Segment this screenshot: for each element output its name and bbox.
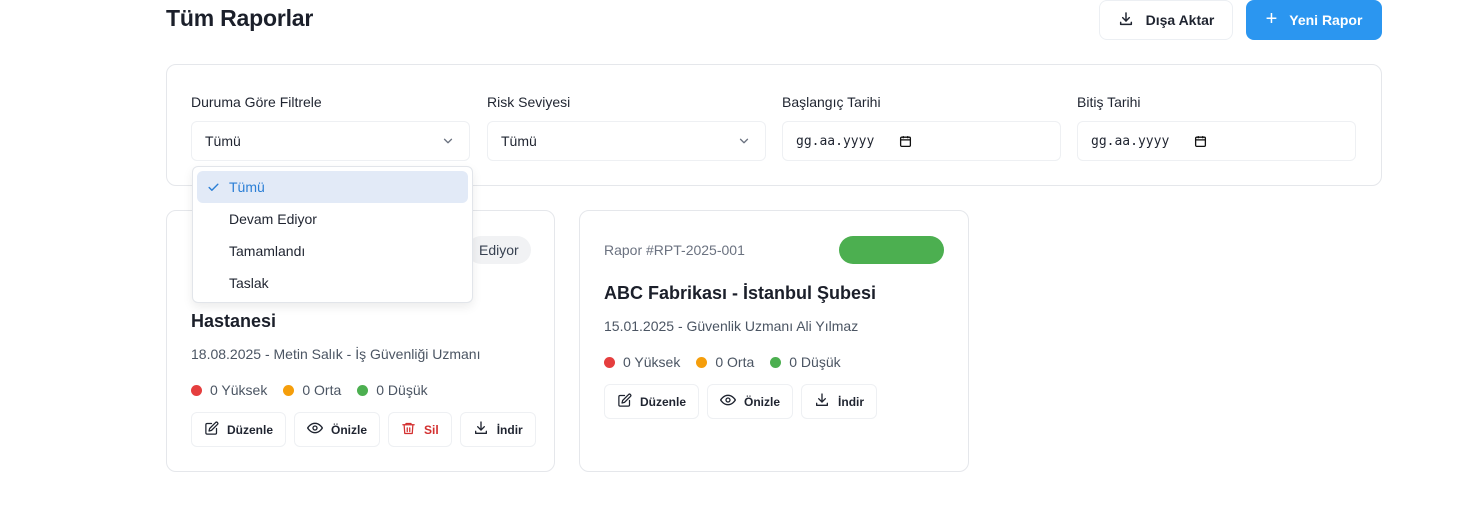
delete-button-label: Sil (424, 422, 439, 437)
low-risk-dot-icon (357, 384, 369, 396)
end-date-value: gg.aa.yyyy (1091, 133, 1170, 149)
report-title: ABC Fabrikası - İstanbul Şubesi (604, 283, 877, 303)
risk-filter-select[interactable]: Tümü (487, 121, 766, 161)
risk-filter-value: Tümü (501, 133, 537, 149)
download-button-label: İndir (496, 422, 523, 437)
delete-button[interactable]: Sil (388, 412, 452, 447)
preview-button[interactable]: Önizle (707, 384, 794, 419)
dropdown-option-all[interactable]: Tümü (197, 171, 468, 203)
report-card[interactable]: Rapor #RPT-2025-001 ABC Fabrikası - İsta… (579, 210, 969, 472)
end-date-input[interactable]: gg.aa.yyyy (1077, 121, 1356, 161)
trash-icon (401, 421, 416, 439)
download-button[interactable]: İndir (801, 384, 878, 419)
card-actions: Düzenle Önizle Sil İndir (191, 412, 536, 447)
status-filter-label: Duruma Göre Filtrele (191, 94, 322, 110)
dropdown-option-draft[interactable]: Taslak (197, 267, 468, 299)
preview-button-label: Önizle (331, 422, 368, 437)
edit-button-label: Düzenle (640, 394, 687, 409)
risk-high-label: 0 Yüksek (623, 354, 681, 370)
start-date-value: gg.aa.yyyy (796, 133, 875, 149)
check-icon (207, 181, 220, 197)
risk-low-label: 0 Düşük (789, 354, 841, 370)
report-title: Hastanesi (191, 311, 277, 331)
risk-high: 0 Yüksek (191, 382, 267, 398)
export-button[interactable]: Dışa Aktar (1099, 0, 1233, 40)
risk-low: 0 Düşük (357, 382, 428, 398)
dropdown-option-completed[interactable]: Tamamlandı (197, 235, 468, 267)
status-badge: Ediyor (467, 236, 531, 264)
risk-medium: 0 Orta (696, 354, 754, 370)
new-report-button-label: Yeni Rapor (1289, 12, 1363, 28)
status-filter-select[interactable]: Tümü (191, 121, 470, 161)
end-date-label: Bitiş Tarihi (1077, 94, 1141, 110)
download-icon (814, 392, 830, 411)
start-date-label: Başlangıç Tarihi (782, 94, 881, 110)
eye-icon (307, 420, 324, 439)
start-date-input[interactable]: gg.aa.yyyy (782, 121, 1061, 161)
status-filter-dropdown: Tümü Devam Ediyor Tamamlandı Taslak (192, 166, 473, 303)
edit-icon (204, 421, 219, 439)
download-icon (1118, 11, 1134, 30)
risk-filter-label: Risk Seviyesi (487, 94, 571, 110)
risk-low: 0 Düşük (770, 354, 841, 370)
status-filter-value: Tümü (205, 133, 241, 149)
medium-risk-dot-icon (283, 384, 295, 396)
download-button[interactable]: İndir (459, 412, 536, 447)
status-badge (839, 236, 944, 264)
calendar-icon[interactable] (1194, 135, 1207, 152)
card-actions: Düzenle Önizle İndir (604, 384, 878, 419)
report-meta: 18.08.2025 - Metin Salık - İş Güvenliği … (191, 346, 481, 362)
high-risk-dot-icon (191, 384, 202, 396)
chevron-down-icon (737, 134, 751, 151)
edit-button[interactable]: Düzenle (191, 412, 287, 447)
dropdown-option-label: Devam Ediyor (229, 211, 317, 227)
risk-high-label: 0 Yüksek (210, 382, 268, 398)
high-risk-dot-icon (604, 356, 615, 368)
dropdown-option-in-progress[interactable]: Devam Ediyor (197, 203, 468, 235)
calendar-icon[interactable] (899, 135, 912, 152)
download-button-label: İndir (838, 394, 865, 409)
risk-low-label: 0 Düşük (376, 382, 428, 398)
risk-summary: 0 Yüksek 0 Orta 0 Düşük (191, 382, 428, 398)
edit-icon (617, 393, 632, 411)
report-id: Rapor #RPT-2025-001 (604, 242, 745, 258)
plus-icon: + (1265, 8, 1278, 30)
page-title: Tüm Raporlar (166, 5, 314, 31)
preview-button-label: Önizle (744, 394, 781, 409)
edit-button-label: Düzenle (227, 422, 274, 437)
dropdown-option-label: Tümü (229, 179, 265, 195)
export-button-label: Dışa Aktar (1145, 12, 1215, 28)
download-icon (473, 420, 489, 439)
eye-icon (720, 392, 737, 411)
risk-summary: 0 Yüksek 0 Orta 0 Düşük (604, 354, 841, 370)
risk-medium: 0 Orta (283, 382, 341, 398)
chevron-down-icon (441, 134, 455, 151)
preview-button[interactable]: Önizle (294, 412, 381, 447)
edit-button[interactable]: Düzenle (604, 384, 700, 419)
risk-medium-label: 0 Orta (302, 382, 342, 398)
new-report-button[interactable]: + Yeni Rapor (1246, 0, 1382, 40)
risk-medium-label: 0 Orta (715, 354, 755, 370)
report-meta: 15.01.2025 - Güvenlik Uzmanı Ali Yılmaz (604, 318, 859, 334)
dropdown-option-label: Taslak (229, 275, 269, 291)
dropdown-option-label: Tamamlandı (229, 243, 306, 259)
low-risk-dot-icon (770, 356, 782, 368)
risk-high: 0 Yüksek (604, 354, 680, 370)
medium-risk-dot-icon (696, 356, 708, 368)
